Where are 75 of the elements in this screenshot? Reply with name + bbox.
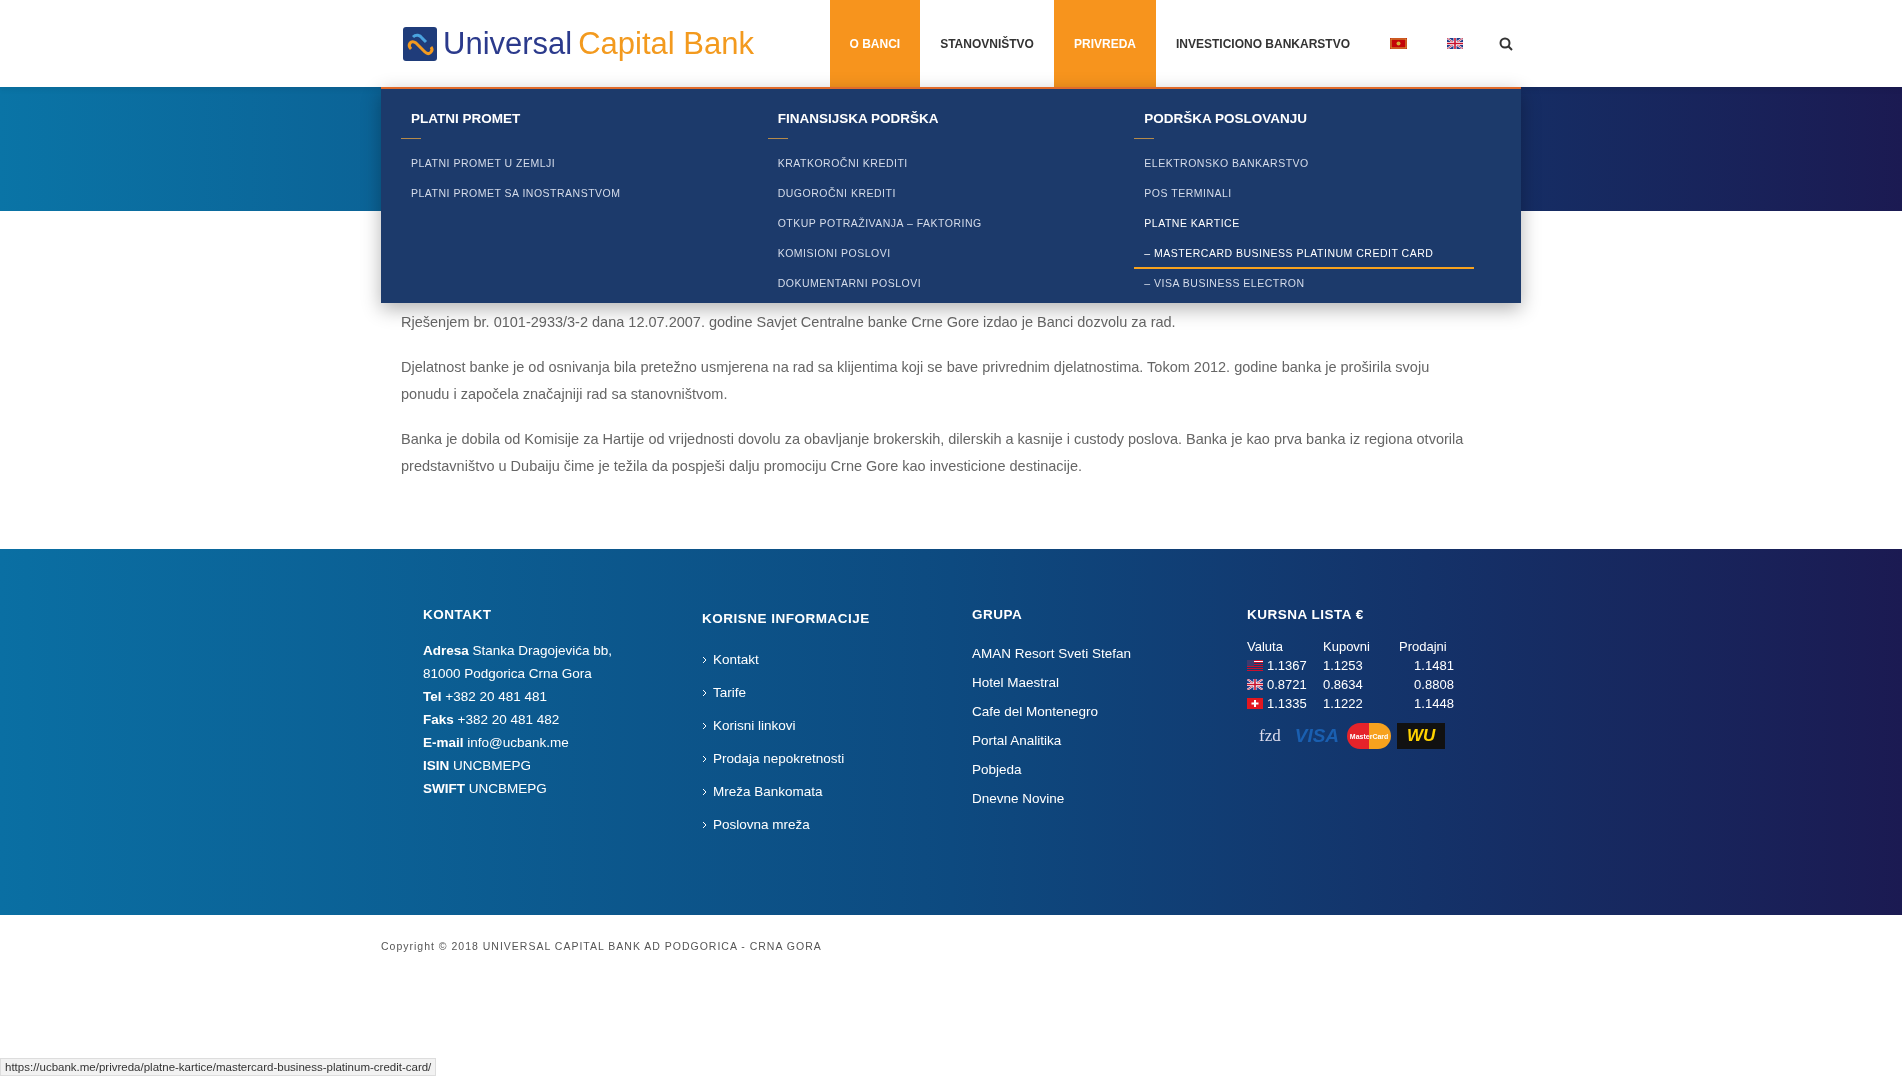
status-bar-url: https://ucbank.me/privreda/platne-kartice/mastercard-business-platinum-credit-card/ — [0, 1058, 437, 1076]
rate-cell: 1.1335 — [1267, 696, 1307, 711]
nav-link[interactable]: STANOVNIŠTVO — [920, 0, 1054, 87]
rate-cell-text: 1.1448 — [1413, 696, 1455, 711]
footer-heading: KORISNE INFORMACIJE — [702, 611, 871, 626]
menu-item[interactable]: – VISA BUSINESS ELECTRON — [1134, 270, 1315, 299]
menu-item[interactable]: OTKUP POTRAŽIVANJA – FAKTORING — [767, 210, 992, 239]
chevron-icon — [702, 820, 707, 829]
contact-line: ISIN UNCBMEPG — [423, 757, 533, 775]
footer-heading: KONTAKT — [423, 607, 493, 622]
menu-item[interactable]: DOKUMENTARNI POSLOVI — [767, 270, 932, 299]
rate-cell: 1.1367 — [1267, 658, 1307, 673]
menu-item[interactable]: – MASTERCARD BUSINESS PLATINUM CREDIT CARD — [1134, 240, 1475, 269]
menu-item[interactable]: PLATNE KARTICE — [1134, 210, 1250, 239]
rate-cell-text: 1.1481 — [1413, 658, 1455, 673]
menu-heading: PLATNI PROMET — [410, 111, 522, 126]
menu-heading: FINANSIJSKA PODRŠKA — [776, 111, 940, 126]
contact-line: 81000 Podgorica Crna Gora — [423, 665, 593, 683]
payment-logo: WU — [1397, 723, 1446, 749]
footer-link[interactable]: Mreža Bankomata — [713, 784, 823, 799]
footer-heading: KURSNA LISTA € — [1247, 607, 1365, 622]
search-icon — [1499, 36, 1513, 51]
flag-icon — [1390, 38, 1407, 49]
payment-logo: VISA — [1293, 724, 1341, 748]
footer-link[interactable]: Hotel Maestral — [972, 668, 1247, 697]
payment-logo: fzd — [1258, 725, 1282, 747]
contact-line: Tel +382 20 481 481 — [423, 688, 548, 706]
menu-item[interactable]: PLATNI PROMET U ZEMLJI — [401, 150, 566, 179]
menu-item[interactable]: ELEKTRONSKO BANKARSTVO — [1134, 150, 1319, 179]
contact-line: E-mail info@ucbank.me — [423, 734, 570, 752]
footer-heading: GRUPA — [972, 607, 1024, 622]
rate-cell-text: 1.1253 — [1323, 658, 1364, 673]
logo-icon — [403, 26, 437, 61]
footer-link[interactable]: Poslovna mreža — [713, 817, 810, 832]
chevron-icon — [702, 688, 707, 697]
footer-link[interactable]: Tarife — [713, 685, 746, 700]
rate-cell-text: 0.8634 — [1323, 677, 1364, 692]
nav-link[interactable]: INVESTICIONO BANKARSTVO — [1156, 0, 1370, 87]
chevron-icon — [702, 787, 707, 796]
rate-cell-text: 1.1222 — [1323, 696, 1364, 711]
chevron-icon — [702, 655, 707, 664]
copyright-text: Copyright © 2018 UNIVERSAL CAPITAL BANK AD PODGORICA - CRNA GORA — [381, 940, 823, 952]
footer-link[interactable]: Kontakt — [713, 652, 759, 667]
paragraph: Banka je dobila od Komisije za Hartije od vrijednosti dovolu za obavljanje brokerskih, dilerskih a kasnije i custody poslova. Banka je kao prva banka iz regiona otvorila predstavništvo u Dubaiju čime je težila da pospješi dalju promociju Crne Gore kao investicione destinacije. — [401, 430, 1465, 476]
rate-cell-text: 0.8808 — [1413, 677, 1455, 692]
logo-text: Universal — [443, 25, 573, 62]
column-header: Prodajni — [1399, 639, 1448, 654]
menu-heading: PODRŠKA POSLOVANJU — [1143, 111, 1309, 126]
footer-link[interactable]: Prodaja nepokretnosti — [713, 751, 845, 766]
contact-line: Adresa Stanka Dragojevića bb, — [423, 642, 614, 660]
flag-icon — [1447, 38, 1463, 49]
menu-item[interactable]: KRATKOROČNI KREDITI — [767, 150, 918, 179]
paragraph: Rješenjem br. 0101-2933/3-2 dana 12.07.2007. godine Savjet Centralne banke Crne Gore izdao je Banci dozvolu za rad. — [401, 313, 1177, 332]
logo-text: Capital Bank — [578, 25, 754, 62]
footer-link[interactable]: Pobjeda — [972, 755, 1247, 784]
menu-item[interactable]: DUGOROČNI KREDITI — [767, 180, 906, 209]
footer-link[interactable]: AMAN Resort Sveti Stefan — [972, 639, 1247, 668]
footer-link[interactable]: Portal Analitika — [972, 726, 1247, 755]
menu-item[interactable]: PLATNI PROMET SA INOSTRANSTVOM — [401, 180, 631, 209]
flag-icon — [1247, 679, 1263, 690]
rate-cell: 0.8721 — [1267, 677, 1307, 692]
paragraph: Djelatnost banke je od osnivanja bila pretežno usmjerena na rad sa klijentima koji se bave privrednim djelatnostima. Tokom 2012. godine banka je proširila svoju ponudu i započela značajniji rad sa stanovništvom. — [401, 358, 1431, 404]
contact-line: SWIFT UNCBMEPG — [423, 780, 548, 798]
chevron-icon — [702, 721, 707, 730]
menu-item[interactable]: KOMISIONI POSLOVI — [767, 240, 901, 269]
contact-line: Faks +382 20 481 482 — [423, 711, 561, 729]
flag-icon — [1247, 660, 1263, 671]
column-header: Valuta — [1247, 639, 1284, 654]
footer-link[interactable]: Dnevne Novine — [972, 784, 1247, 813]
flag-icon — [1247, 698, 1263, 709]
column-header: Kupovni — [1323, 639, 1371, 654]
menu-item[interactable]: POS TERMINALI — [1134, 180, 1242, 209]
chevron-icon — [702, 754, 707, 763]
footer-link[interactable]: Korisni linkovi — [713, 718, 796, 733]
footer-link[interactable]: Cafe del Montenegro — [972, 697, 1247, 726]
